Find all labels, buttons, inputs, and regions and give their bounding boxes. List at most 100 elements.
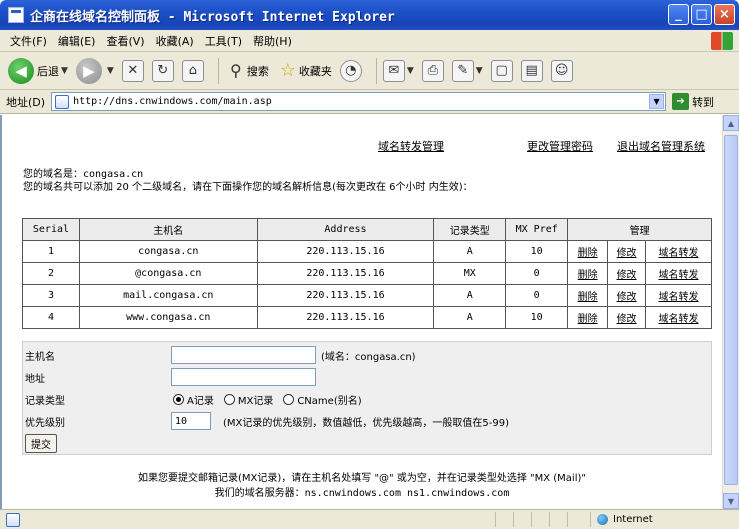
favorites-star-icon: ☆ xyxy=(279,60,296,81)
priority-input[interactable]: 10 xyxy=(171,412,211,430)
address-url[interactable]: http://dns.cnwindows.com/main.asp xyxy=(73,96,272,107)
edit-icon[interactable]: ✎ xyxy=(451,59,474,82)
col-serial: Serial xyxy=(22,218,80,241)
link-forward-management[interactable]: 域名转发管理 xyxy=(378,138,444,154)
close-button[interactable]: × xyxy=(714,4,735,25)
menu-tools[interactable]: 工具(T) xyxy=(205,33,242,49)
internet-globe-icon xyxy=(597,514,608,525)
delete-link[interactable]: 删除 xyxy=(578,248,598,259)
forward-link[interactable]: 域名转发 xyxy=(659,248,699,259)
cell-type: A xyxy=(433,240,507,263)
go-arrow-icon[interactable]: ➔ xyxy=(672,93,690,110)
address-input[interactable]: http://dns.cnwindows.com/main.asp ▼ xyxy=(51,92,667,111)
cell-serial: 2 xyxy=(22,262,80,285)
minimize-button[interactable]: _ xyxy=(668,4,689,25)
search-label: 搜索 xyxy=(246,64,269,78)
page-viewport: 域名转发管理 更改管理密码 退出域名管理系统 您的域名是：congasa.cn … xyxy=(0,115,722,509)
radio-mx-record[interactable] xyxy=(223,393,235,405)
edit-link[interactable]: 修改 xyxy=(617,314,637,325)
discuss-icon[interactable]: ▢ xyxy=(490,59,513,82)
forward-dropdown-icon[interactable]: ▼ xyxy=(107,66,114,76)
col-address: Address xyxy=(256,218,435,241)
record-type-label: 记录类型 xyxy=(25,395,65,407)
cell-address: 220.113.15.16 xyxy=(256,306,435,329)
status-cell xyxy=(549,512,567,527)
priority-row: 优先级别 10 (MX记录的优先级别，数值越低，优先级越高，一般取值在5-99) xyxy=(23,412,713,430)
mail-icon[interactable]: ✉ xyxy=(382,59,405,82)
home-icon[interactable]: ⌂ xyxy=(181,59,204,82)
browser-toolbar: ◀ 后退 ▼ ▶ ▼ ✕ ↻ ⌂ ⚲ 搜索 ☆ 收藏夹 ◔ ✉ ▼ ⎙ ✎ ▼ ▢ … xyxy=(0,52,739,90)
print-icon[interactable]: ⎙ xyxy=(421,59,444,82)
edit-link[interactable]: 修改 xyxy=(617,270,637,281)
col-mx-pref: MX Pref xyxy=(505,218,569,241)
menu-favorites[interactable]: 收藏(A) xyxy=(156,33,194,49)
go-button[interactable]: 转到 xyxy=(692,94,714,110)
dns-servers-line: 我们的域名服务器：ns.cnwindows.com ns1.cnwindows.… xyxy=(2,484,722,499)
status-cell xyxy=(531,512,549,527)
radio-cname-label[interactable]: CName(别名) xyxy=(297,392,361,407)
host-input[interactable] xyxy=(171,346,316,364)
mx-instruction: 如果您要提交邮箱记录(MX记录)，请在主机名处填写 "@" 或为空，并在记录类型… xyxy=(138,473,586,484)
cell-host: www.congasa.cn xyxy=(78,306,258,329)
radio-a-label[interactable]: A记录 xyxy=(187,392,214,407)
priority-label: 优先级别 xyxy=(25,417,65,429)
menu-edit[interactable]: 编辑(E) xyxy=(58,33,96,49)
address-field-label: 地址 xyxy=(25,373,45,385)
edit-link[interactable]: 修改 xyxy=(617,292,637,303)
vertical-scrollbar[interactable]: ▲ ▼ xyxy=(722,115,739,509)
menu-file[interactable]: 文件(F) xyxy=(10,33,47,49)
edit-link[interactable]: 修改 xyxy=(617,248,637,259)
refresh-icon[interactable]: ↻ xyxy=(151,59,174,82)
cell-host: @congasa.cn xyxy=(78,262,258,285)
menu-bar: 文件(F) 编辑(E) 查看(V) 收藏(A) 工具(T) 帮助(H) xyxy=(0,30,739,52)
delete-link[interactable]: 删除 xyxy=(578,292,598,303)
forward-link[interactable]: 域名转发 xyxy=(659,314,699,325)
submit-button[interactable]: 提交 xyxy=(25,434,57,453)
messenger-icon[interactable]: ☺ xyxy=(550,59,573,82)
cell-address: 220.113.15.16 xyxy=(256,262,435,285)
forward-link[interactable]: 域名转发 xyxy=(659,270,699,281)
favorites-button[interactable]: ☆ 收藏夹 xyxy=(277,60,332,82)
host-label: 主机名 xyxy=(25,351,55,363)
history-icon[interactable]: ◔ xyxy=(339,59,362,82)
radio-cname-record[interactable] xyxy=(283,393,295,405)
address-field-input[interactable] xyxy=(171,368,316,386)
delete-link[interactable]: 删除 xyxy=(578,314,598,325)
cell-serial: 4 xyxy=(22,306,80,329)
cell-mx-pref: 0 xyxy=(505,262,569,285)
radio-mx-label[interactable]: MX记录 xyxy=(238,392,273,407)
forward-arrow-icon: ▶ xyxy=(75,57,102,84)
maximize-button[interactable]: □ xyxy=(691,4,712,25)
zone-label: Internet xyxy=(613,514,653,525)
edit-dropdown-icon[interactable]: ▼ xyxy=(476,66,483,76)
back-label: 后退 xyxy=(37,64,59,78)
link-logout[interactable]: 退出域名管理系统 xyxy=(617,138,705,154)
stop-icon[interactable]: ✕ xyxy=(121,59,144,82)
window-title-bar[interactable]: 企商在线域名控制面板 - Microsoft Internet Explorer… xyxy=(0,0,739,30)
scroll-up-icon[interactable]: ▲ xyxy=(723,115,739,131)
address-row: 地址 xyxy=(23,368,713,386)
address-dropdown-icon[interactable]: ▼ xyxy=(649,94,665,109)
record-type-options: A记录 MX记录 CName(别名) xyxy=(173,392,372,407)
cell-serial: 1 xyxy=(22,240,80,263)
link-change-password[interactable]: 更改管理密码 xyxy=(527,138,593,154)
forward-link[interactable]: 域名转发 xyxy=(659,292,699,303)
mail-dropdown-icon[interactable]: ▼ xyxy=(407,66,414,76)
cell-mx-pref: 10 xyxy=(505,306,569,329)
favorites-label: 收藏夹 xyxy=(298,64,332,78)
delete-link[interactable]: 删除 xyxy=(578,270,598,281)
cell-serial: 3 xyxy=(22,284,80,307)
forward-button[interactable]: ▶ ▼ xyxy=(75,57,114,84)
cell-host: mail.congasa.cn xyxy=(78,284,258,307)
window-title: 企商在线域名控制面板 - Microsoft Internet Explorer xyxy=(30,9,395,25)
scroll-down-icon[interactable]: ▼ xyxy=(723,493,739,509)
back-button[interactable]: ◀ 后退 ▼ xyxy=(8,57,68,84)
search-button[interactable]: ⚲ 搜索 xyxy=(225,60,269,82)
research-icon[interactable]: ▤ xyxy=(520,59,543,82)
back-dropdown-icon[interactable]: ▼ xyxy=(61,66,68,76)
table-header-row: Serial 主机名 Address 记录类型 MX Pref 管理 xyxy=(22,218,712,241)
menu-help[interactable]: 帮助(H) xyxy=(253,33,292,49)
scroll-thumb[interactable] xyxy=(724,135,738,485)
menu-view[interactable]: 查看(V) xyxy=(106,33,144,49)
radio-a-record[interactable] xyxy=(173,393,184,405)
